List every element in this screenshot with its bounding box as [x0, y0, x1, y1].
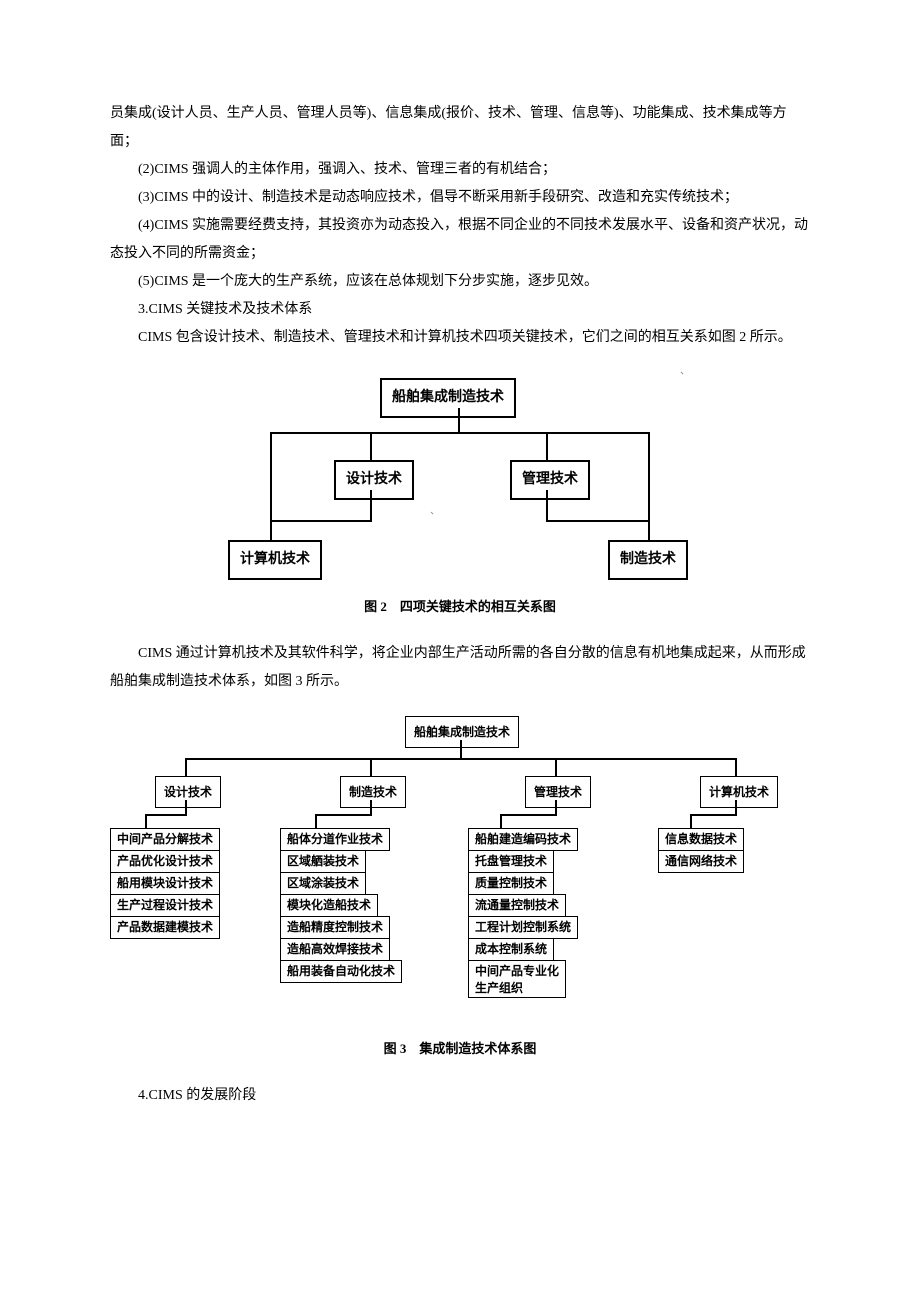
diagram2-c4-item: 通信网络技术	[658, 850, 744, 873]
diagram1-bot-right: 制造技术	[608, 540, 688, 580]
diagram1-mid-right: 管理技术	[510, 460, 590, 500]
diagram2-c1-item: 产品优化设计技术	[110, 850, 220, 873]
section-heading: 3.CIMS 关键技术及技术体系	[110, 296, 810, 324]
figure-3: 船舶集成制造技术 设计技术 制造技术 管理技术 计算机技术 中间产品分解技术 产…	[110, 716, 810, 1062]
diagram2-cat4: 计算机技术	[700, 776, 778, 808]
diagram2-c1-item: 船用模块设计技术	[110, 872, 220, 895]
text: 中间产品专业化	[475, 964, 559, 978]
diagram2-c2-item: 模块化造船技术	[280, 894, 378, 917]
paragraph: (5)CIMS 是一个庞大的生产系统，应该在总体规划下分步实施，逐步见效。	[110, 268, 810, 296]
diagram2-c2-item: 船用装备自动化技术	[280, 960, 402, 983]
diagram2-c3-item: 流通量控制技术	[468, 894, 566, 917]
diagram2-cat2: 制造技术	[340, 776, 406, 808]
section-heading: 4.CIMS 的发展阶段	[110, 1082, 810, 1110]
diagram2-c2-item: 区域涂装技术	[280, 872, 366, 895]
figure-2: 、 船舶集成制造技术 设计技术 管理技术 计算机技术 制造技术 、 图 2 四项…	[110, 372, 810, 620]
diagram2-c2-item: 造船高效焊接技术	[280, 938, 390, 961]
text: 生产组织	[475, 981, 523, 995]
diagram2-c3-item: 船舶建造编码技术	[468, 828, 578, 851]
diagram2-c3-item: 工程计划控制系统	[468, 916, 578, 939]
diagram2-cat1: 设计技术	[155, 776, 221, 808]
diagram2-c2-item: 船体分道作业技术	[280, 828, 390, 851]
paragraph: 员集成(设计人员、生产人员、管理人员等)、信息集成(报价、技术、管理、信息等)、…	[110, 100, 810, 156]
diagram2-c1-item: 生产过程设计技术	[110, 894, 220, 917]
diagram2-c3-item: 成本控制系统	[468, 938, 554, 961]
diagram2-c3-item: 中间产品专业化 生产组织	[468, 960, 566, 998]
paragraph: CIMS 包含设计技术、制造技术、管理技术和计算机技术四项关键技术，它们之间的相…	[110, 324, 810, 352]
diagram2-c2-item: 造船精度控制技术	[280, 916, 390, 939]
diagram1-bot-left: 计算机技术	[228, 540, 322, 580]
diagram2-root: 船舶集成制造技术	[405, 716, 519, 748]
diagram1-root: 船舶集成制造技术	[380, 378, 516, 418]
diagram2-c1-item: 中间产品分解技术	[110, 828, 220, 851]
paragraph: (2)CIMS 强调人的主体作用，强调入、技术、管理三者的有机结合；	[110, 156, 810, 184]
diagram2-c1-item: 产品数据建模技术	[110, 916, 220, 939]
paragraph: (4)CIMS 实施需要经费支持，其投资亦为动态投入，根据不同企业的不同技术发展…	[110, 212, 810, 268]
paragraph: CIMS 通过计算机技术及其软件科学，将企业内部生产活动所需的各自分散的信息有机…	[110, 640, 810, 696]
diagram1-mid-left: 设计技术	[334, 460, 414, 500]
paragraph: (3)CIMS 中的设计、制造技术是动态响应技术，倡导不断采用新手段研究、改造和…	[110, 184, 810, 212]
figure-2-caption: 图 2 四项关键技术的相互关系图	[110, 594, 810, 620]
diagram2-c4-item: 信息数据技术	[658, 828, 744, 851]
diagram2-c3-item: 质量控制技术	[468, 872, 554, 895]
diagram2-cat3: 管理技术	[525, 776, 591, 808]
diagram2-c2-item: 区域舾装技术	[280, 850, 366, 873]
diagram2-c3-item: 托盘管理技术	[468, 850, 554, 873]
